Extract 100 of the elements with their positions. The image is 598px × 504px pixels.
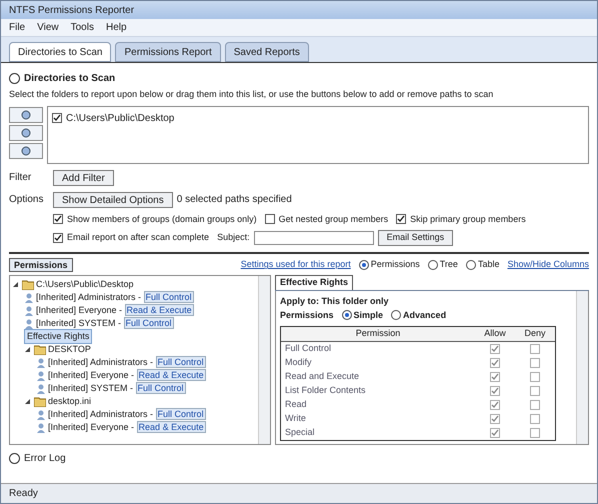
checkbox[interactable] bbox=[530, 344, 540, 354]
menu-item[interactable]: Tools bbox=[70, 20, 94, 35]
radio-label: Table bbox=[478, 258, 500, 272]
column-header: Allow bbox=[483, 327, 507, 340]
filter-button[interactable]: Add Filter bbox=[53, 170, 114, 186]
table-cell-text: Write bbox=[284, 412, 307, 425]
field-label: Options bbox=[9, 193, 44, 207]
checkbox[interactable] bbox=[490, 344, 500, 354]
user-icon bbox=[24, 318, 34, 328]
checkbox[interactable] bbox=[530, 428, 540, 438]
expand-arrow-icon[interactable] bbox=[24, 398, 32, 405]
folder-icon bbox=[22, 280, 34, 290]
tree-item[interactable]: [Inherited] Administrators - Full Control bbox=[48, 408, 206, 422]
menu-item[interactable]: View bbox=[37, 20, 59, 35]
tree-item[interactable]: [Inherited] Everyone - Read & Execute bbox=[36, 304, 194, 318]
field-label: Filter bbox=[9, 171, 32, 185]
checkbox[interactable] bbox=[490, 372, 500, 382]
field-label: Subject: bbox=[217, 231, 250, 244]
scrollbar[interactable] bbox=[258, 276, 270, 444]
radio-label: Tree bbox=[440, 258, 458, 272]
table-cell-text: Read bbox=[284, 398, 308, 411]
checkbox[interactable] bbox=[53, 214, 63, 224]
tree-item[interactable]: [Inherited] Administrators - Full Control bbox=[36, 290, 194, 304]
table-cell-text: List Folder Contents bbox=[284, 384, 367, 397]
expand-arrow-icon[interactable] bbox=[12, 281, 20, 288]
settings-link[interactable]: Settings used for this report bbox=[240, 258, 351, 272]
checkbox[interactable] bbox=[530, 372, 540, 382]
toolbar-button[interactable] bbox=[9, 142, 43, 158]
radio-label: Advanced bbox=[403, 308, 446, 322]
user-icon bbox=[36, 370, 46, 380]
menu-item[interactable]: File bbox=[9, 20, 26, 35]
checkbox[interactable] bbox=[530, 414, 540, 424]
options-button[interactable]: Show Detailed Options bbox=[53, 192, 173, 208]
checkbox-label: Skip primary group members bbox=[410, 212, 526, 226]
radio-label: Permissions bbox=[370, 258, 420, 272]
table-cell-text: Read and Execute bbox=[284, 370, 360, 383]
email-settings-button[interactable]: Email Settings bbox=[378, 230, 454, 246]
toolbar-button[interactable] bbox=[9, 106, 43, 122]
checkbox[interactable] bbox=[530, 386, 540, 396]
tree-item[interactable]: C:\Users\Public\Desktop bbox=[36, 278, 134, 292]
list-item[interactable]: C:\Users\Public\Desktop bbox=[66, 110, 174, 126]
checkbox-label: Email report on after scan complete bbox=[67, 231, 210, 244]
section-title: Directories to Scan bbox=[24, 72, 116, 86]
tree-item[interactable]: [Inherited] SYSTEM - Full Control bbox=[36, 316, 174, 330]
tab[interactable]: Permissions bbox=[9, 258, 73, 272]
column-header: Permission bbox=[354, 327, 402, 340]
description: Select the folders to report upon below or drag them into this list, or use the buttons below to add or remove paths to scan bbox=[9, 88, 494, 101]
tab[interactable]: Saved Reports bbox=[224, 42, 309, 62]
user-icon bbox=[24, 306, 34, 316]
folder-icon bbox=[34, 396, 46, 406]
tree-item[interactable]: [Inherited] Everyone - Read & Execute bbox=[48, 420, 206, 434]
user-icon bbox=[36, 410, 46, 420]
radio-button[interactable] bbox=[466, 260, 476, 270]
tree-item[interactable]: [Inherited] Administrators - Full Control bbox=[48, 356, 206, 370]
scrollbar[interactable] bbox=[576, 291, 588, 444]
table-cell-text: Special bbox=[284, 426, 316, 439]
radio-button[interactable] bbox=[391, 310, 402, 320]
checkbox[interactable] bbox=[530, 400, 540, 410]
user-icon bbox=[36, 384, 46, 394]
tree-item[interactable]: [Inherited] Everyone - Read & Execute bbox=[48, 368, 206, 382]
column-header: Deny bbox=[523, 327, 546, 340]
tab[interactable]: Effective Rights bbox=[275, 275, 354, 290]
checkbox-label: Show members of groups (domain groups only) bbox=[67, 212, 257, 226]
tree-item[interactable]: Effective Rights bbox=[24, 328, 92, 344]
tree-item[interactable]: [Inherited] SYSTEM - Full Control bbox=[48, 382, 186, 396]
options-note: 0 selected paths specified bbox=[176, 193, 292, 207]
checkbox[interactable] bbox=[490, 428, 500, 438]
checkbox[interactable] bbox=[396, 214, 406, 224]
checkbox[interactable] bbox=[53, 233, 63, 243]
expand-arrow-icon[interactable] bbox=[24, 346, 32, 353]
subject-field[interactable] bbox=[254, 231, 374, 245]
checkbox[interactable] bbox=[530, 358, 540, 368]
radio-button[interactable] bbox=[358, 260, 369, 270]
apply-to-label: Apply to: This folder only bbox=[280, 295, 390, 308]
columns-link[interactable]: Show/Hide Columns bbox=[507, 258, 589, 272]
radio-button[interactable] bbox=[342, 310, 352, 320]
user-icon bbox=[36, 422, 46, 432]
radio-label: Simple bbox=[354, 308, 384, 322]
path-list[interactable]: C:\Users\Public\Desktop bbox=[47, 106, 589, 164]
error-log-label[interactable]: Error Log bbox=[24, 451, 66, 466]
tab[interactable]: Directories to Scan bbox=[9, 42, 112, 62]
tree-item[interactable]: DESKTOP bbox=[48, 342, 91, 356]
checkbox[interactable] bbox=[52, 113, 62, 123]
checkbox-label: Get nested group members bbox=[278, 212, 388, 226]
status-text: Ready bbox=[9, 487, 38, 501]
checkbox[interactable] bbox=[490, 400, 500, 410]
menu-item[interactable]: Help bbox=[106, 20, 127, 35]
radio-button[interactable] bbox=[428, 260, 438, 270]
checkbox[interactable] bbox=[490, 358, 500, 368]
field-label: Permissions bbox=[280, 308, 334, 322]
tree-view[interactable] bbox=[9, 275, 271, 445]
checkbox[interactable] bbox=[490, 414, 500, 424]
tree-item[interactable]: desktop.ini bbox=[48, 394, 92, 408]
checkbox[interactable] bbox=[490, 386, 500, 396]
toolbar-button[interactable] bbox=[9, 124, 43, 140]
table-cell-text: Modify bbox=[284, 356, 313, 369]
tab[interactable]: Permissions Report bbox=[115, 42, 221, 62]
user-icon bbox=[36, 358, 46, 368]
window-title: NTFS Permissions Reporter bbox=[9, 4, 134, 18]
checkbox[interactable] bbox=[264, 214, 275, 224]
